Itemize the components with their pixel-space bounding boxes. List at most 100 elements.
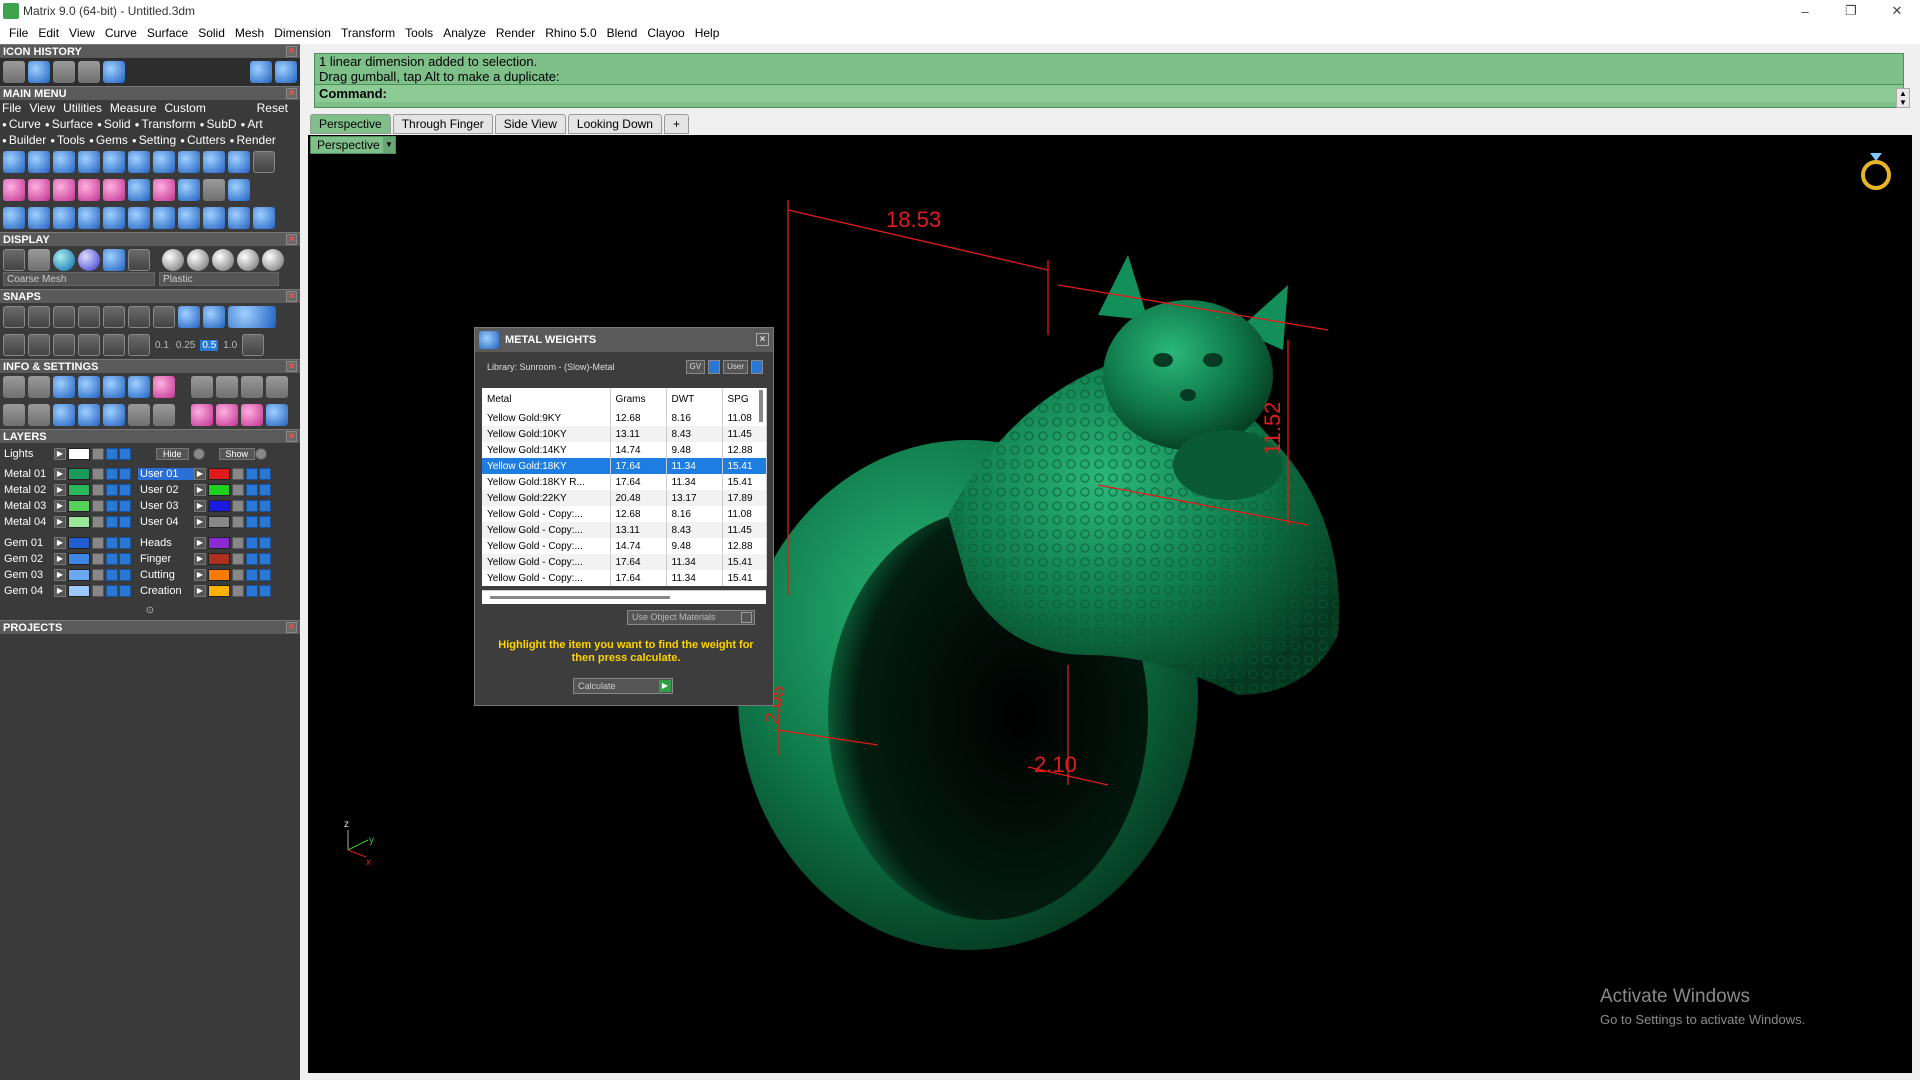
visibility-toggle[interactable] [246, 468, 258, 480]
layer-color-swatch[interactable] [208, 553, 230, 565]
add-tab-button[interactable]: + [663, 114, 689, 134]
layer-row[interactable]: Metal 03 ▶ [0, 498, 132, 514]
layer-color-swatch[interactable] [68, 500, 90, 512]
layer-name[interactable]: Metal 04 [0, 516, 54, 528]
layer-row[interactable]: Metal 04 ▶ [0, 514, 132, 530]
lock-icon[interactable] [92, 484, 104, 496]
close-icon[interactable]: × [756, 333, 769, 346]
pencil-icon[interactable] [128, 376, 150, 398]
user-button[interactable]: User [723, 360, 748, 374]
layer-snap-icon[interactable] [3, 334, 25, 356]
render-icon[interactable] [53, 249, 75, 271]
category-setting[interactable]: Setting [132, 133, 176, 147]
close-icon[interactable]: × [286, 361, 297, 372]
visibility-toggle[interactable] [106, 569, 118, 581]
category-solid[interactable]: Solid [97, 117, 131, 131]
gem-tool-icon[interactable] [178, 151, 200, 173]
ortho-icon[interactable] [203, 306, 225, 328]
visibility-toggle[interactable] [259, 553, 271, 565]
band-tool-icon[interactable] [203, 151, 225, 173]
chevron-down-icon[interactable]: ▼ [383, 137, 395, 153]
arrow-right-icon[interactable]: ▶ [194, 553, 206, 565]
cylinder-icon[interactable] [78, 404, 100, 426]
tab-perspective[interactable]: Perspective [310, 114, 391, 134]
cube-icon[interactable] [78, 376, 100, 398]
category-transform[interactable]: Transform [135, 117, 195, 131]
menu-view[interactable]: View [64, 26, 100, 40]
menu-transform[interactable]: Transform [336, 26, 400, 40]
add-point-icon[interactable] [3, 179, 25, 201]
category-subd[interactable]: SubD [200, 117, 237, 131]
align-icon[interactable] [203, 207, 225, 229]
visibility-toggle[interactable] [259, 569, 271, 581]
arrow-right-icon[interactable]: ▶ [54, 585, 66, 597]
show-button[interactable]: Show [218, 448, 256, 460]
gem-tool-icon[interactable] [103, 61, 125, 83]
lock-icon[interactable] [92, 585, 104, 597]
main-menu-custom[interactable]: Custom [165, 101, 206, 115]
window-icon[interactable] [28, 404, 50, 426]
tab-side-view[interactable]: Side View [494, 114, 566, 134]
quad-snap-icon[interactable] [153, 306, 175, 328]
visibility-toggle[interactable] [106, 516, 118, 528]
lock-icon[interactable] [92, 569, 104, 581]
table-row[interactable]: Yellow Gold:22KY 20.48 13.17 17.89 [482, 490, 767, 506]
loop-icon[interactable] [228, 179, 250, 201]
main-menu-view[interactable]: View [29, 101, 55, 115]
lock-icon[interactable] [92, 468, 104, 480]
arrow-right-icon[interactable]: ▶ [194, 537, 206, 549]
show-toggle-icon[interactable] [255, 448, 268, 460]
close-icon[interactable]: × [286, 622, 297, 633]
layer-color-swatch[interactable] [68, 448, 90, 460]
cplane-snap-icon[interactable] [128, 334, 150, 356]
column-header-grams[interactable]: Grams [610, 388, 667, 410]
lattice-icon[interactable] [103, 179, 125, 201]
material-sphere-icon[interactable] [237, 249, 259, 271]
visibility-toggle[interactable] [119, 569, 131, 581]
main-menu-measure[interactable]: Measure [110, 101, 157, 115]
perp-snap-icon[interactable] [103, 306, 125, 328]
gumball-snap-icon[interactable] [78, 334, 100, 356]
stone-icon[interactable] [241, 404, 263, 426]
layer-name[interactable]: Gem 03 [0, 569, 54, 581]
visibility-toggle[interactable] [119, 537, 131, 549]
use-object-materials-checkbox[interactable]: Use Object Materials [627, 610, 755, 625]
close-icon[interactable]: × [286, 46, 297, 57]
layer-name[interactable]: Metal 02 [0, 484, 54, 496]
menu-clayoo[interactable]: Clayoo [642, 26, 689, 40]
lock-icon[interactable] [92, 448, 104, 460]
layer-row[interactable]: Gem 02 ▶ [0, 551, 132, 567]
layer-name[interactable]: Cutting [138, 569, 194, 581]
arrow-right-icon[interactable]: ▶ [54, 516, 66, 528]
visibility-toggle[interactable] [246, 516, 258, 528]
lock-icon[interactable] [232, 553, 244, 565]
visibility-toggle[interactable] [246, 500, 258, 512]
import-icon[interactable] [241, 376, 263, 398]
layer-row[interactable]: Gem 04 ▶ [0, 583, 132, 599]
layer-color-swatch[interactable] [68, 553, 90, 565]
layer-row[interactable]: User 01 ▶ [138, 466, 272, 482]
layer-row[interactable]: Finger ▶ [138, 551, 272, 567]
visibility-toggle[interactable] [119, 516, 131, 528]
layer-name[interactable]: Metal 03 [0, 500, 54, 512]
layer-row[interactable]: Gem 01 ▶ [0, 535, 132, 551]
layer-row[interactable]: Gem 03 ▶ [0, 567, 132, 583]
lock-icon[interactable] [232, 468, 244, 480]
box-icon[interactable] [153, 376, 175, 398]
layer-name[interactable]: User 01 [138, 468, 194, 480]
layer-row[interactable]: User 04 ▶ [138, 514, 272, 530]
visibility-toggle[interactable] [106, 448, 118, 460]
arrow-right-icon[interactable]: ▶ [54, 500, 66, 512]
layer-name[interactable]: Gem 04 [0, 585, 54, 597]
planar-icon[interactable] [228, 306, 276, 328]
arrow-right-icon[interactable]: ▶ [194, 569, 206, 581]
menu-edit[interactable]: Edit [33, 26, 64, 40]
visibility-toggle[interactable] [119, 468, 131, 480]
category-render[interactable]: Render [230, 133, 276, 147]
document-icon[interactable] [103, 376, 125, 398]
scale-icon[interactable] [128, 207, 150, 229]
curve-tool-icon[interactable] [28, 151, 50, 173]
material-sphere-icon[interactable] [212, 249, 234, 271]
history-tool-icon[interactable] [3, 61, 25, 83]
ghosted-icon[interactable] [78, 249, 100, 271]
